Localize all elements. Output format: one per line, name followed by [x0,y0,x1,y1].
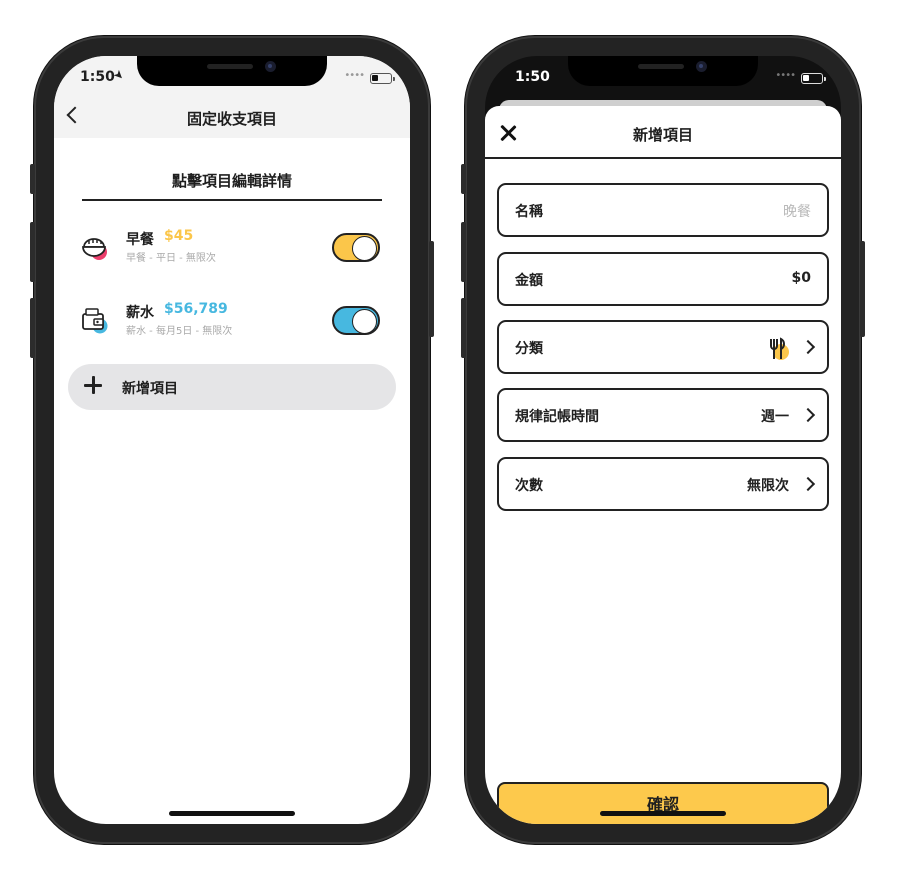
add-item-button[interactable]: 新增項目 [68,364,396,410]
item-meta: 早餐 - 平日 - 無限次 [126,253,216,264]
add-item-screen: 1:50 •••• 新增項目 名稱 晚餐 金額 $0 分類 規律記帳時間 週一 … [485,56,841,824]
home-indicator [600,811,726,816]
category-field[interactable]: 分類 [497,320,829,374]
chevron-right-icon [800,339,816,355]
count-value: 無限次 [747,478,789,494]
volume-down-button [461,298,466,358]
breakfast-toggle[interactable] [332,233,380,262]
chevron-right-icon [800,476,816,492]
name-label: 名稱 [515,204,543,220]
volume-up-button [461,222,466,282]
recurring-item-salary[interactable]: 薪水 $56,789 薪水 - 每月5日 - 無限次 [78,299,382,343]
item-meta: 薪水 - 每月5日 - 無限次 [126,326,233,337]
battery-icon [370,73,395,84]
schedule-label: 規律記帳時間 [515,409,599,425]
chevron-right-icon [800,407,816,423]
mute-switch [30,164,35,194]
amount-label: 金額 [515,273,543,289]
schedule-value: 週一 [761,409,789,425]
item-amount: $45 [164,228,194,244]
recurring-item-breakfast[interactable]: 早餐 $45 早餐 - 平日 - 無限次 [78,226,382,270]
notch [568,56,758,86]
item-name: 早餐 [126,232,154,248]
fork-knife-icon [770,337,789,360]
phone-left: 1:50 ➤ •••• 固定收支項目 點擊項目編輯詳情 早餐 $45 早餐 - … [30,36,434,844]
battery-icon [801,73,826,84]
home-indicator [169,811,295,816]
power-button [429,241,434,337]
mute-switch [461,164,466,194]
page-title: 固定收支項目 [186,110,277,128]
salary-toggle[interactable] [332,306,380,335]
item-name: 薪水 [126,305,154,321]
category-label: 分類 [515,341,543,357]
power-button [860,241,865,337]
add-item-sheet: 新增項目 名稱 晚餐 金額 $0 分類 規律記帳時間 週一 次數 無限次 確認 [485,106,841,824]
status-time: 1:50 [515,69,550,85]
amount-value: $0 [791,270,811,286]
sheet-title: 新增項目 [632,126,693,144]
plus-icon [83,375,103,395]
wallet-icon [82,308,108,334]
count-label: 次數 [515,478,543,494]
status-time: 1:50 [80,69,115,85]
signal-icon: •••• [775,70,796,81]
sheet-header: 新增項目 [485,106,841,159]
confirm-button[interactable]: 確認 [497,782,829,824]
volume-up-button [30,222,35,282]
add-item-label: 新增項目 [122,381,178,397]
schedule-field[interactable]: 規律記帳時間 週一 [497,388,829,442]
count-field[interactable]: 次數 無限次 [497,457,829,511]
rice-bowl-icon [82,238,107,260]
notch [137,56,327,86]
phone-right: 1:50 •••• 新增項目 名稱 晚餐 金額 $0 分類 規律記帳時間 週一 … [461,36,865,844]
recurring-list-screen: 1:50 ➤ •••• 固定收支項目 點擊項目編輯詳情 早餐 $45 早餐 - … [54,56,410,824]
volume-down-button [30,298,35,358]
item-amount: $56,789 [164,301,228,317]
section-title: 點擊項目編輯詳情 [82,168,382,201]
name-placeholder: 晚餐 [783,204,811,220]
amount-field[interactable]: 金額 $0 [497,252,829,306]
signal-icon: •••• [344,70,365,81]
name-field[interactable]: 名稱 晚餐 [497,183,829,237]
